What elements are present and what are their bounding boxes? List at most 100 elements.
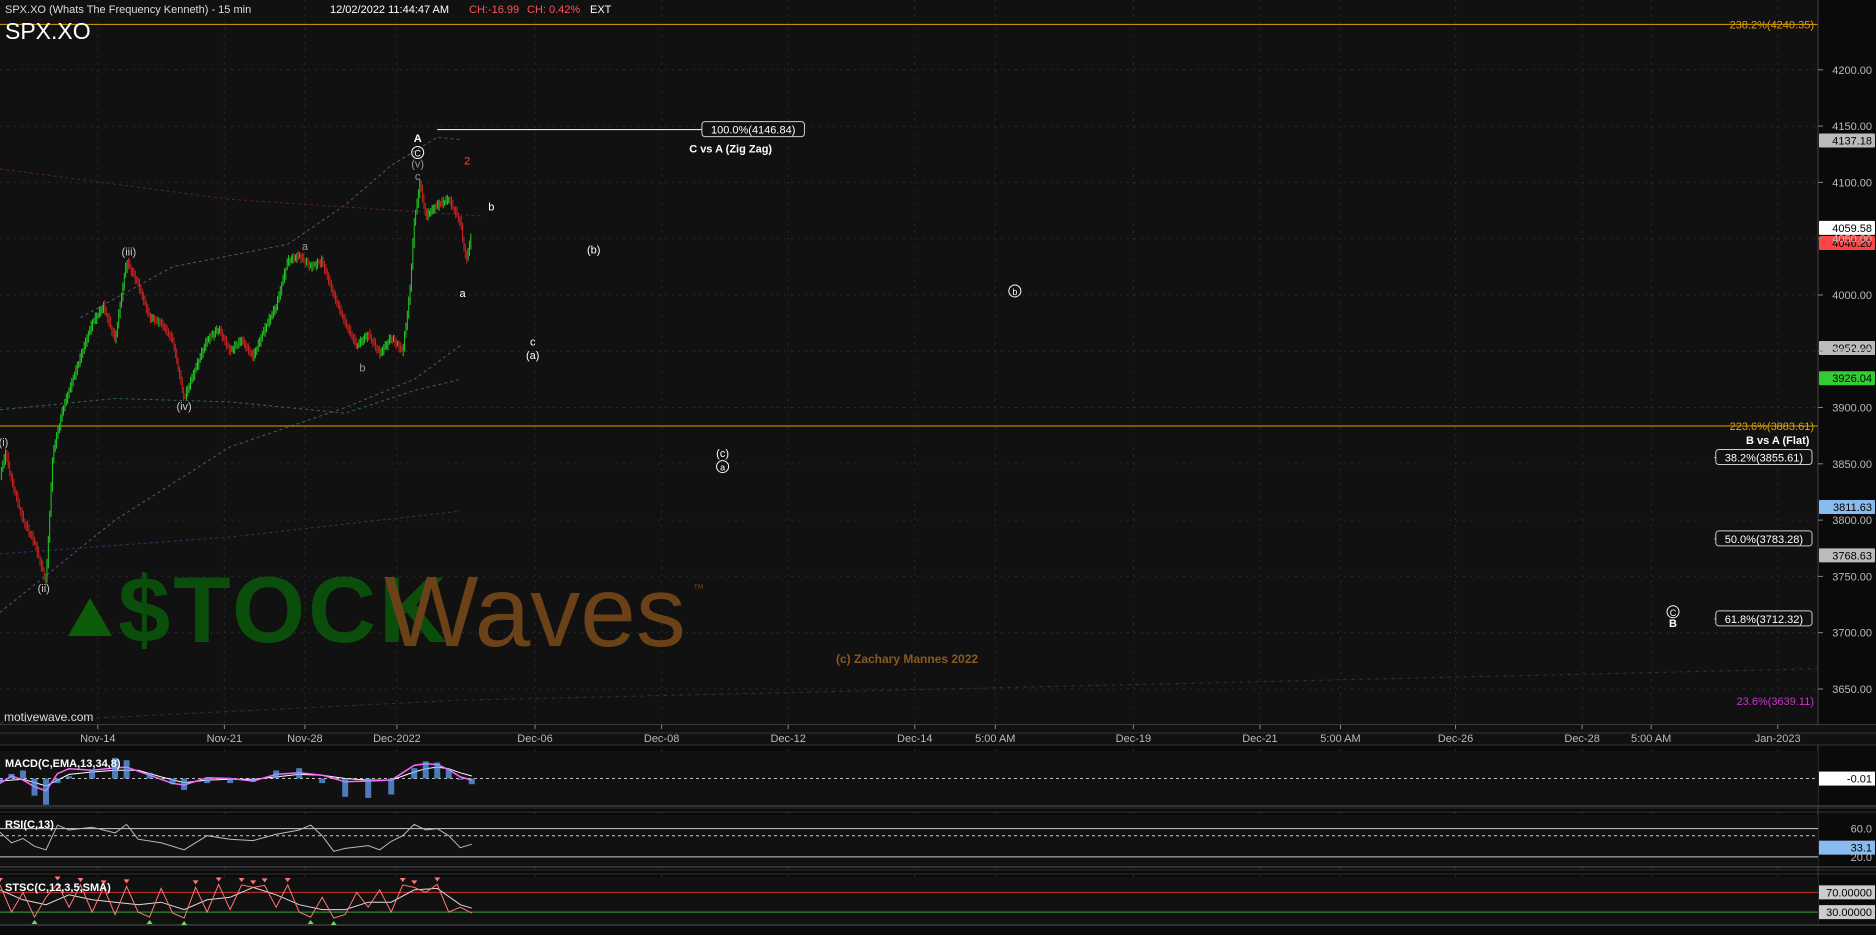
macd-histogram-bar: [250, 778, 257, 782]
projection-label: 38.2%(3855.61): [1725, 453, 1803, 465]
wave-label: (b): [587, 244, 600, 256]
price-badge-label: 4137.18: [1832, 136, 1872, 148]
projection-label: 61.8%(3712.32): [1725, 614, 1803, 626]
stoch-pane-value-label: 70.00000: [1826, 887, 1872, 899]
y-tick-label: 4000.00: [1832, 290, 1872, 302]
macd-histogram-bar: [342, 778, 349, 797]
projection-label: 50.0%(3783.28): [1725, 534, 1803, 546]
wave-label: (iii): [122, 247, 137, 259]
wave-label: A: [414, 133, 422, 145]
macd-histogram-bar: [8, 773, 15, 779]
macd-histogram-bar: [89, 769, 96, 779]
stoch-title: STSC(C,12,3,5,SMA): [5, 882, 111, 894]
wave-label: (iv): [176, 401, 191, 413]
rsi-pane-background: [0, 815, 1818, 867]
y-tick-label: 3750.00: [1832, 571, 1872, 583]
y-tick-label: 4150.00: [1832, 121, 1872, 133]
macd-title: MACD(C,EMA,13,34,8): [5, 758, 121, 770]
price-badge-label: 3811.63: [1833, 502, 1872, 514]
x-tick-label: Dec-06: [517, 733, 552, 745]
macd-histogram-bar: [388, 778, 395, 795]
macd-histogram-bar: [411, 768, 418, 779]
x-tick-label: Nov-28: [287, 733, 322, 745]
wave-label: a: [302, 241, 309, 253]
y-tick-label: 3900.00: [1832, 403, 1872, 415]
macd-histogram-bar: [319, 778, 326, 784]
x-tick-label: Nov-21: [207, 733, 242, 745]
macd-histogram-bar: [273, 770, 280, 779]
site-label: motivewave.com: [4, 710, 93, 724]
wave-label: (i): [0, 437, 8, 449]
change-absolute: CH:-16.99: [469, 4, 519, 16]
macd-histogram-bar: [204, 778, 211, 784]
y-tick-label: 3800.00: [1832, 515, 1872, 527]
wave-label: C: [1670, 608, 1677, 618]
wave-label: a: [459, 288, 466, 300]
macd-histogram-bar: [457, 778, 464, 780]
symbol-label: SPX.XO: [5, 18, 91, 44]
rsi-title: RSI(C,13): [5, 819, 54, 831]
trading-chart[interactable]: $TOCK Waves ™ (c) Zachary Mannes 2022 23…: [0, 0, 1876, 930]
chart-title: SPX.XO (Whats The Frequency Kenneth) - 1…: [5, 4, 251, 16]
stoch-pane[interactable]: 70.00000 30.00000 STSC(C,12,3,5,SMA): [0, 876, 1876, 926]
chart-canvas[interactable]: $TOCK Waves ™ (c) Zachary Mannes 2022 23…: [0, 0, 1876, 930]
macd-histogram-bar: [422, 761, 429, 779]
chart-datetime: 12/02/2022 11:44:47 AM: [330, 4, 449, 16]
wave-label: b: [1012, 287, 1017, 297]
y-tick-label: 4050.00: [1832, 234, 1872, 246]
indicator-panes[interactable]: -0.01 MACD(C,EMA,13,34,8) 33.160.020.0RSI(…: [0, 732, 1876, 926]
projection-group-label: C vs A (Zig Zag): [689, 144, 772, 156]
wave-label: c: [530, 337, 536, 349]
rsi-pane[interactable]: 33.160.020.0RSI(C,13): [0, 815, 1876, 868]
wave-label: (v): [411, 159, 424, 171]
macd-histogram-bar: [468, 778, 475, 785]
wave-label: b: [488, 202, 494, 214]
macd-pane-value-label: -0.01: [1847, 774, 1872, 786]
projection-label: 100.0%(4146.84): [711, 125, 795, 137]
wave-label: a: [720, 463, 725, 473]
wave-label: B: [1669, 618, 1677, 630]
wave-label: (a): [526, 350, 539, 362]
fib-level-label: 238.2%(4240.35): [1730, 19, 1814, 31]
x-tick-label: Nov-14: [80, 733, 115, 745]
macd-histogram-bar: [434, 762, 441, 779]
macd-histogram-bar: [169, 778, 176, 785]
y-tick-label: 3700.00: [1832, 628, 1872, 640]
y-tick-label: 4100.00: [1832, 177, 1872, 189]
watermark-waves: Waves: [384, 556, 686, 668]
x-tick-label: Dec-26: [1438, 733, 1473, 745]
projection-group-label: B vs A (Flat): [1746, 435, 1810, 447]
macd-histogram-bar: [365, 778, 372, 798]
macd-histogram-bar: [0, 778, 3, 782]
price-badge-label: 3926.04: [1832, 373, 1872, 385]
macd-pane[interactable]: -0.01 MACD(C,EMA,13,34,8): [0, 751, 1876, 807]
x-tick-label: Dec-2022: [373, 733, 421, 745]
x-tick-label: Dec-14: [897, 733, 932, 745]
x-tick-label: Dec-08: [644, 733, 679, 745]
macd-histogram-bar: [123, 760, 130, 779]
macd-histogram-bar: [181, 778, 188, 790]
macd-histogram-bar: [146, 772, 153, 779]
wave-label: (ii): [38, 583, 50, 595]
price-badge-label: 3768.63: [1832, 550, 1872, 562]
y-tick-label: 4200.00: [1832, 65, 1872, 77]
macd-histogram-bar: [54, 778, 61, 784]
fib-level-label: 23.6%(3639.11): [1737, 696, 1814, 708]
wave-label: (c): [716, 448, 729, 460]
macd-histogram-bar: [31, 778, 38, 796]
x-tick-label: 5:00 AM: [1320, 733, 1360, 745]
x-tick-label: Dec-19: [1116, 733, 1151, 745]
macd-histogram-bar: [43, 778, 50, 805]
x-tick-label: 5:00 AM: [975, 733, 1015, 745]
wave-label: C: [414, 148, 421, 158]
y-tick-label: 3650.00: [1832, 684, 1872, 696]
change-percent: CH: 0.42%: [527, 4, 580, 16]
x-tick-label: Dec-21: [1242, 733, 1277, 745]
wave-label: 2: [464, 155, 470, 167]
macd-histogram-bar: [227, 778, 234, 784]
fib-level-label: 223.6%(3883.61): [1730, 421, 1814, 433]
y-tick-label: 3850.00: [1832, 459, 1872, 471]
x-tick-label: 5:00 AM: [1631, 733, 1671, 745]
rsi-level-label: 60.0: [1851, 824, 1872, 836]
x-tick-label: Dec-28: [1564, 733, 1599, 745]
